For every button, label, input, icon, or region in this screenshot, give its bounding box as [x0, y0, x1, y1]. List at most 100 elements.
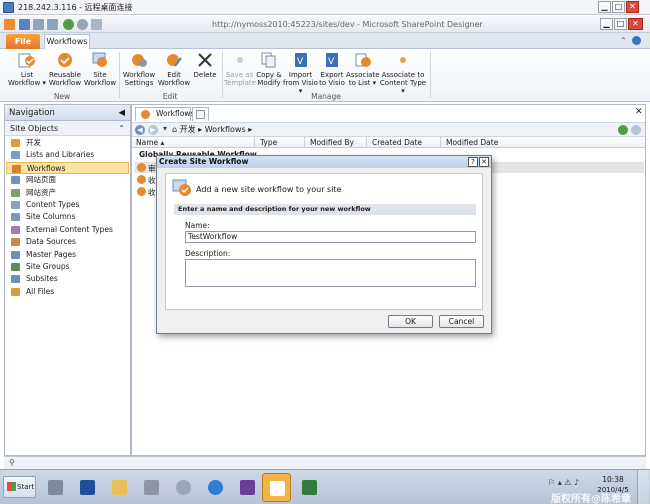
nav-item[interactable]: 开发 [6, 137, 129, 149]
breadcrumb-workflows[interactable]: Workflows [205, 125, 246, 134]
nav-item-label: Site Columns [26, 212, 76, 222]
minimize-button[interactable]: ▁ [598, 1, 611, 13]
collapse-nav-icon[interactable]: ◀ [118, 105, 125, 121]
redo-icon[interactable] [47, 19, 58, 30]
workflow-settings-button[interactable]: Workflow Settings [121, 51, 157, 91]
associate-to-list-button[interactable]: Associate to List ▾ [346, 51, 380, 91]
taskbar-powershell[interactable] [73, 473, 102, 502]
nav-item[interactable]: Site Groups [6, 261, 129, 273]
tab-workflows[interactable]: Workflows [44, 34, 90, 50]
start-button[interactable]: Start [3, 476, 36, 498]
folder-icon [112, 480, 127, 495]
taskbar-sharepoint[interactable] [295, 473, 324, 502]
forward-arrow-icon[interactable]: ▶ [148, 125, 158, 135]
undo-icon[interactable] [33, 19, 44, 30]
show-desktop-button[interactable] [637, 470, 649, 504]
cancel-button[interactable]: Cancel [439, 315, 484, 328]
nav-item[interactable]: Site Columns [6, 211, 129, 223]
dialog-help-button[interactable]: ? [468, 157, 478, 167]
taskbar-settings[interactable] [169, 473, 198, 502]
nav-item-icon [11, 213, 20, 222]
list-workflow-button[interactable]: List Workflow ▾ [8, 51, 46, 91]
column-modified-date[interactable]: Modified Date [442, 137, 645, 148]
edit-workflow-button[interactable]: Edit Workflow [157, 51, 191, 91]
new-tab-button[interactable] [192, 107, 209, 121]
edit-group-label: Edit [162, 92, 178, 101]
nav-item[interactable]: Subsites [6, 273, 129, 285]
associate-content-type-icon [394, 51, 412, 69]
app-close-button[interactable]: ✕ [628, 18, 643, 30]
delete-button[interactable]: Delete [191, 51, 219, 91]
site-workflow-icon [172, 179, 192, 197]
back-arrow-icon[interactable]: ◀ [135, 125, 145, 135]
nav-item-icon [11, 263, 20, 271]
home-icon[interactable]: ⌂ [172, 125, 177, 134]
nav-item-label: External Content Types [26, 224, 113, 234]
column-name[interactable]: Name ▴ [132, 137, 255, 148]
copy-modify-button[interactable]: Copy & Modify [255, 51, 283, 91]
column-created-date[interactable]: Created Date [368, 137, 441, 148]
nav-item-label: Lists and Libraries [26, 150, 95, 160]
nav-item-label: Workflows [27, 163, 66, 173]
help-icon[interactable] [632, 36, 641, 45]
refresh-icon[interactable] [618, 125, 628, 135]
taskbar-sharepoint-designer[interactable] [262, 473, 291, 502]
app-maximize-button[interactable]: □ [614, 18, 627, 30]
dialog-title: Create Site Workflow [157, 156, 491, 168]
nav-item-label: 网站页面 [26, 175, 56, 185]
reusable-workflow-icon [56, 51, 74, 69]
nav-item[interactable]: Master Pages [6, 249, 129, 261]
nav-item-label: All Files [26, 286, 55, 296]
column-type[interactable]: Type [256, 137, 305, 148]
nav-item[interactable]: Data Sources [6, 236, 129, 248]
nav-item[interactable]: External Content Types [6, 224, 129, 236]
save-as-template-button[interactable]: Save as Template [224, 51, 256, 91]
nav-item[interactable]: Content Types [6, 199, 129, 211]
nav-item[interactable]: Lists and Libraries [6, 149, 129, 161]
browser-preview-icon[interactable] [91, 19, 102, 30]
tab-workflows-document[interactable]: Workflows [135, 107, 194, 121]
nav-item-icon [11, 176, 20, 185]
export-to-visio-button[interactable]: V Export to Visio [318, 51, 346, 91]
dialog-section-header: Enter a name and description for your ne… [174, 204, 476, 215]
nav-item[interactable]: 网站页面 [6, 174, 129, 186]
column-modified-by[interactable]: Modified By [306, 137, 367, 148]
close-button[interactable]: ✕ [626, 1, 639, 13]
internet-explorer-icon [208, 480, 223, 495]
nav-item[interactable]: Workflows [6, 161, 129, 175]
clock-time[interactable]: 10:38 [602, 475, 624, 484]
chevron-up-icon[interactable]: ⌃ [118, 121, 125, 136]
edit-workflow-icon [165, 51, 183, 69]
breadcrumb-site[interactable]: 开发 [180, 125, 196, 134]
tray-icons[interactable]: ⚐ ▴ ⚠ ♪ [548, 478, 579, 487]
import-from-visio-button[interactable]: V Import from Visio ▾ [283, 51, 318, 95]
site-objects-header[interactable]: Site Objects ⌃ [5, 121, 130, 136]
taskbar-explorer[interactable] [105, 473, 134, 502]
close-tab-icon[interactable]: ✕ [635, 107, 643, 117]
taskbar-internet-explorer[interactable] [201, 473, 230, 502]
back-icon[interactable] [63, 19, 74, 30]
dialog-close-button[interactable]: ✕ [479, 157, 489, 167]
description-label: Description: [185, 249, 231, 258]
name-field[interactable]: TestWorkflow [185, 231, 476, 243]
app-minimize-button[interactable]: ▁ [600, 18, 613, 30]
nav-item[interactable]: 网站资产 [6, 187, 129, 199]
dropdown-icon[interactable]: ▾ [163, 124, 167, 133]
reusable-workflow-button[interactable]: Reusable Workflow [47, 51, 83, 91]
app-icon[interactable] [4, 19, 15, 30]
ok-button[interactable]: OK [388, 315, 433, 328]
taskbar-visual-studio[interactable] [233, 473, 262, 502]
maximize-button[interactable]: □ [612, 1, 625, 13]
site-workflow-button[interactable]: Site Workflow [84, 51, 116, 91]
tab-file[interactable]: File [6, 34, 40, 49]
description-field[interactable] [185, 259, 476, 287]
taskbar-server-manager[interactable] [41, 473, 70, 502]
ribbon-minimize-icon[interactable]: ⌃ [620, 36, 627, 45]
associate-to-content-type-button[interactable]: Associate to Content Type ▾ [379, 51, 427, 95]
nav-item[interactable]: All Files [6, 286, 129, 298]
stop-icon[interactable] [631, 125, 641, 135]
refresh-icon[interactable] [77, 19, 88, 30]
taskbar-tools[interactable] [137, 473, 166, 502]
save-icon[interactable] [19, 19, 30, 30]
rdp-title: 218.242.3.116 - 远程桌面连接 [18, 3, 133, 12]
